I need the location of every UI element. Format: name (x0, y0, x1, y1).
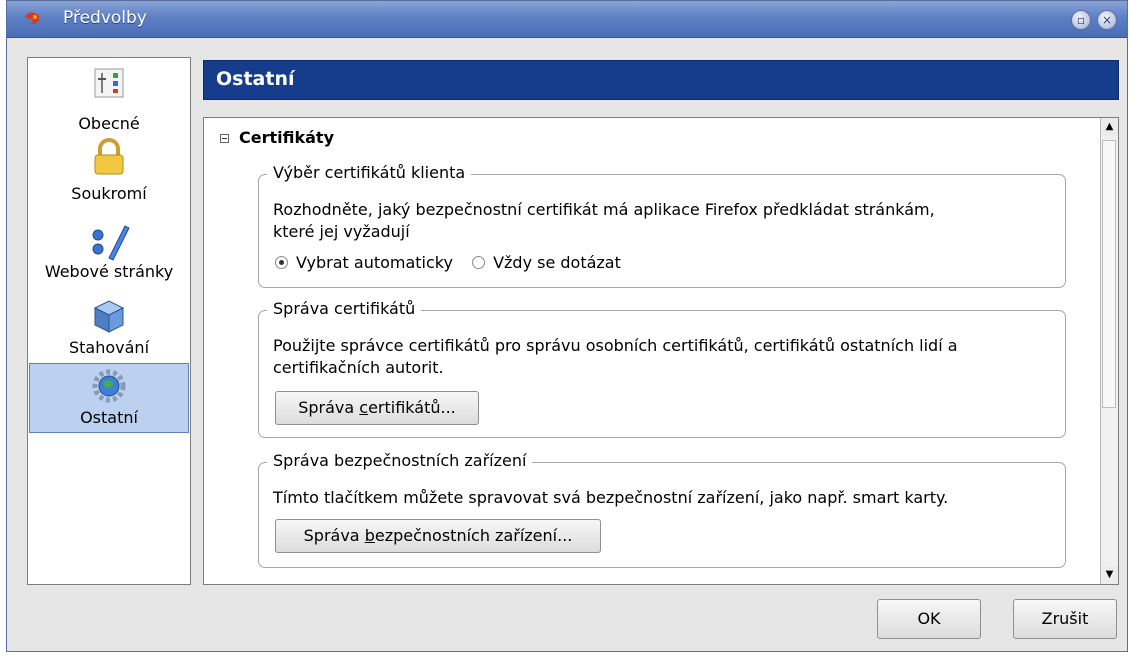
security-devices-group: Správa bezpečnostních zařízení Tímto tla… (258, 451, 1066, 568)
radio-label: Vždy se dotázat (493, 253, 621, 272)
group-description: Použijte správce certifikátů pro správu … (273, 335, 1053, 379)
radio-button[interactable] (472, 256, 486, 269)
sidebar-item-label: Webové stránky (44, 262, 174, 281)
padlock-icon (94, 138, 124, 175)
maximize-icon: ▫ (1076, 13, 1086, 27)
close-button[interactable]: × (1097, 10, 1117, 30)
cert-management-group: Správa certifikátů Použijte správce cert… (258, 299, 1066, 438)
preferences-window: Předvolby ▫ × Obecné Soukromí Webové str… (6, 0, 1128, 652)
pane-header: Ostatní (203, 60, 1119, 100)
scroll-down-arrow-icon[interactable]: ▼ (1101, 566, 1118, 584)
sidebar-item-label: Obecné (78, 114, 140, 133)
group-description: Tímto tlačítkem můžete spravovat svá bez… (273, 488, 949, 507)
sidebar-item-advanced[interactable]: Ostatní (29, 363, 189, 433)
maximize-button[interactable]: ▫ (1071, 10, 1091, 30)
group-description: Rozhodněte, jaký bezpečnostní certifikát… (273, 199, 1053, 243)
radio-button[interactable] (275, 256, 288, 269)
cert-selection-radios: Vybrat automaticky Vždy se dotázat (275, 253, 621, 272)
cancel-button[interactable]: Zrušit (1013, 599, 1117, 639)
accelerator-key: c (359, 398, 369, 417)
accelerator-key: b (364, 526, 375, 545)
manage-security-devices-button[interactable]: Správa bezpečnostních zařízení... (275, 519, 601, 553)
section-title: Certifikáty (239, 128, 334, 147)
client-cert-group: Výběr certifikátů klienta Rozhodněte, ja… (258, 163, 1066, 288)
window-title: Předvolby (63, 8, 147, 28)
sidebar-item-label: Ostatní (80, 408, 138, 427)
description-line: Rozhodněte, jaký bezpečnostní certifikát… (273, 200, 935, 219)
sidebar-item-label: Soukromí (71, 184, 147, 203)
section-header[interactable]: Certifikáty (220, 128, 334, 147)
button-text: Správa (303, 526, 365, 545)
web-features-icon (92, 225, 130, 261)
group-legend: Správa certifikátů (267, 299, 422, 318)
radio-label: Vybrat automaticky (296, 253, 453, 272)
pane-title: Ostatní (216, 68, 295, 90)
downloads-box-icon (93, 300, 125, 333)
button-text: ertifikátů... (368, 398, 456, 417)
collapse-icon[interactable] (220, 134, 229, 143)
sidebar-item-downloads[interactable]: Stahování (29, 290, 189, 360)
ok-button[interactable]: OK (877, 599, 981, 639)
group-legend: Výběr certifikátů klienta (267, 163, 472, 182)
button-text: Správa (298, 398, 360, 417)
scroll-up-arrow-icon[interactable]: ▲ (1101, 118, 1118, 136)
sidebar-item-general[interactable]: Obecné (29, 62, 189, 138)
sidebar-item-label: Stahování (68, 338, 150, 357)
scrollbar-thumb[interactable] (1102, 140, 1116, 408)
sidebar-item-privacy[interactable]: Soukromí (29, 138, 189, 214)
vertical-scrollbar[interactable]: ▲ ▼ (1100, 118, 1118, 584)
radio-auto[interactable]: Vybrat automaticky (275, 253, 458, 272)
title-bar[interactable]: Předvolby ▫ × (7, 1, 1127, 38)
sidebar-item-web-features[interactable]: Webové stránky (29, 214, 189, 290)
radio-ask[interactable]: Vždy se dotázat (472, 253, 621, 272)
close-icon: × (1101, 13, 1113, 27)
button-text: ezpečnostních zařízení... (374, 526, 573, 545)
firefox-logo-icon (25, 12, 40, 25)
description-line: Použijte správce certifikátů pro správu … (273, 336, 958, 355)
group-legend: Správa bezpečnostních zařízení (267, 451, 533, 470)
general-settings-icon (94, 68, 124, 98)
pane-content: Certifikáty Výběr certifikátů klienta Ro… (203, 117, 1119, 585)
advanced-gear-globe-icon (92, 369, 126, 403)
manage-certificates-button[interactable]: Správa certifikátů... (275, 391, 479, 425)
description-line: které jej vyžadují (273, 222, 410, 241)
category-list: Obecné Soukromí Webové stránky Stahování… (27, 57, 191, 585)
description-line: certifikačních autorit. (273, 358, 444, 377)
